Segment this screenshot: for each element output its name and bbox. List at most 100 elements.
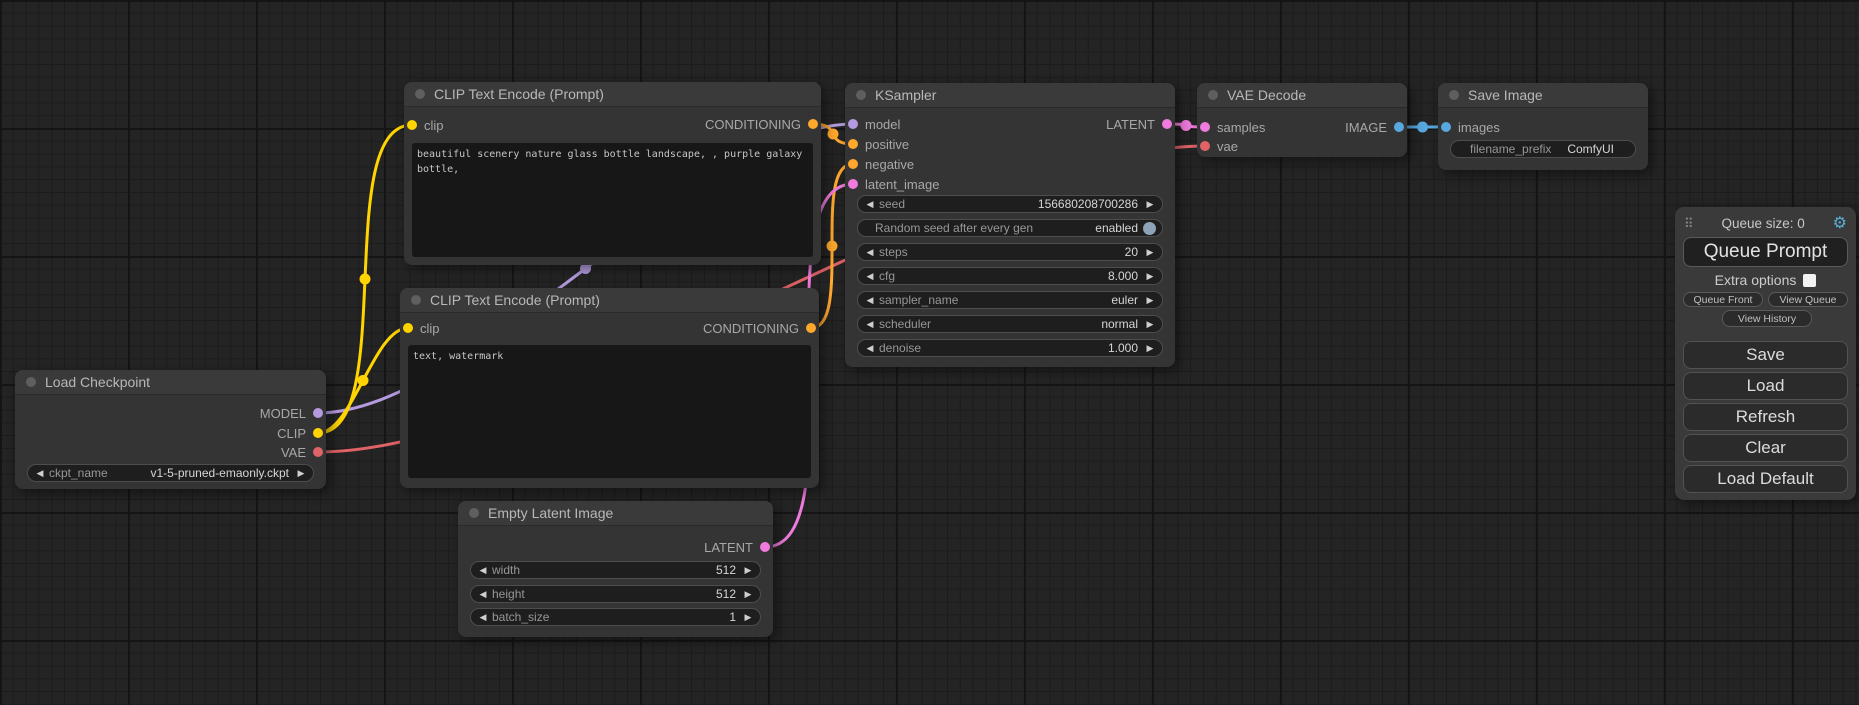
decrement-arrow-icon[interactable]: ◀	[33, 468, 47, 479]
link-midpoint-dot[interactable]	[360, 274, 371, 285]
increment-arrow-icon[interactable]: ▶	[1143, 247, 1157, 258]
slot-label: clip	[420, 321, 440, 336]
extra-options-row: Extra options	[1675, 271, 1856, 289]
decrement-arrow-icon[interactable]: ◀	[863, 199, 877, 210]
node-clip-text-encode-negative[interactable]: CLIP Text Encode (Prompt) clip CONDITION…	[400, 288, 819, 488]
settings-gear-icon[interactable]: ⚙	[1833, 216, 1847, 232]
image-output-dot[interactable]	[1394, 122, 1404, 132]
clip-input-dot[interactable]	[407, 120, 417, 130]
load-default-button[interactable]: Load Default	[1683, 465, 1848, 493]
widget-cfg[interactable]: ◀ cfg 8.000 ▶	[857, 267, 1163, 285]
input-slot-samples: samples	[1200, 118, 1265, 136]
widget-steps[interactable]: ◀ steps 20 ▶	[857, 243, 1163, 261]
queue-prompt-button[interactable]: Queue Prompt	[1683, 237, 1848, 267]
widget-width[interactable]: ◀ width 512 ▶	[470, 561, 761, 579]
model-output-dot[interactable]	[313, 408, 323, 418]
link-midpoint-dot[interactable]	[1417, 122, 1428, 133]
collapse-dot-icon[interactable]	[1449, 90, 1459, 100]
clip-output-dot[interactable]	[313, 428, 323, 438]
node-clip-text-encode-positive[interactable]: CLIP Text Encode (Prompt) clip CONDITION…	[404, 82, 821, 265]
images-input-dot[interactable]	[1441, 122, 1451, 132]
collapse-dot-icon[interactable]	[26, 377, 36, 387]
queue-front-button[interactable]: Queue Front	[1683, 292, 1763, 307]
samples-input-dot[interactable]	[1200, 122, 1210, 132]
link-midpoint-dot[interactable]	[827, 241, 838, 252]
increment-arrow-icon[interactable]: ▶	[741, 612, 755, 623]
node-header: Empty Latent Image	[458, 501, 773, 526]
node-header: Save Image	[1438, 83, 1648, 108]
increment-arrow-icon[interactable]: ▶	[1143, 295, 1157, 306]
widget-height[interactable]: ◀ height 512 ▶	[470, 585, 761, 603]
view-queue-button[interactable]: View Queue	[1768, 292, 1848, 307]
increment-arrow-icon[interactable]: ▶	[1143, 319, 1157, 330]
node-graph-canvas[interactable]: Load Checkpoint MODEL CLIP VAE ◀ ckpt_na…	[0, 0, 1859, 705]
positive-input-dot[interactable]	[848, 139, 858, 149]
link-midpoint-dot[interactable]	[828, 129, 839, 140]
decrement-arrow-icon[interactable]: ◀	[863, 319, 877, 330]
increment-arrow-icon[interactable]: ▶	[741, 589, 755, 600]
input-slot-model: model	[848, 115, 900, 133]
clear-button[interactable]: Clear	[1683, 434, 1848, 462]
input-slot-latent-image: latent_image	[848, 175, 939, 193]
widget-denoise[interactable]: ◀ denoise 1.000 ▶	[857, 339, 1163, 357]
node-load-checkpoint[interactable]: Load Checkpoint MODEL CLIP VAE ◀ ckpt_na…	[15, 370, 326, 489]
refresh-button[interactable]: Refresh	[1683, 403, 1848, 431]
prompt-textarea[interactable]: beautiful scenery nature glass bottle la…	[412, 143, 813, 257]
slot-label: LATENT	[704, 540, 753, 555]
vae-output-dot[interactable]	[313, 447, 323, 457]
negative-input-dot[interactable]	[848, 159, 858, 169]
model-input-dot[interactable]	[848, 119, 858, 129]
conditioning-output-dot[interactable]	[806, 323, 816, 333]
widget-ckpt-name[interactable]: ◀ ckpt_name v1-5-pruned-emaonly.ckpt ▶	[27, 464, 314, 482]
decrement-arrow-icon[interactable]: ◀	[863, 343, 877, 354]
decrement-arrow-icon[interactable]: ◀	[476, 589, 490, 600]
collapse-dot-icon[interactable]	[1208, 90, 1218, 100]
slot-label: clip	[424, 118, 444, 133]
widget-filename-prefix[interactable]: filename_prefix ComfyUI	[1450, 140, 1636, 158]
node-vae-decode[interactable]: VAE Decode samples vae IMAGE	[1197, 83, 1407, 157]
node-empty-latent-image[interactable]: Empty Latent Image LATENT ◀ width 512 ▶ …	[458, 501, 773, 637]
view-history-button[interactable]: View History	[1722, 310, 1812, 327]
widget-sampler-name[interactable]: ◀ sampler_name euler ▶	[857, 291, 1163, 309]
vae-input-dot[interactable]	[1200, 141, 1210, 151]
save-button[interactable]: Save	[1683, 341, 1848, 369]
collapse-dot-icon[interactable]	[469, 508, 479, 518]
increment-arrow-icon[interactable]: ▶	[1143, 199, 1157, 210]
collapse-dot-icon[interactable]	[856, 90, 866, 100]
widget-seed[interactable]: ◀ seed 156680208700286 ▶	[857, 195, 1163, 213]
conditioning-output-dot[interactable]	[808, 119, 818, 129]
drag-handle-icon[interactable]: ⠿	[1684, 216, 1694, 232]
increment-arrow-icon[interactable]: ▶	[294, 468, 308, 479]
widget-value: 1.000	[921, 341, 1138, 355]
collapse-dot-icon[interactable]	[411, 295, 421, 305]
latent-image-input-dot[interactable]	[848, 179, 858, 189]
clip-input-dot[interactable]	[403, 323, 413, 333]
extra-options-checkbox[interactable]	[1803, 274, 1816, 287]
widget-value: euler	[958, 293, 1138, 307]
widget-value: enabled	[1033, 221, 1138, 235]
widget-batch-size[interactable]: ◀ batch_size 1 ▶	[470, 608, 761, 626]
decrement-arrow-icon[interactable]: ◀	[863, 247, 877, 258]
prompt-textarea[interactable]: text, watermark	[408, 345, 811, 478]
link-midpoint-dot[interactable]	[1181, 120, 1192, 131]
node-header: Load Checkpoint	[15, 370, 326, 395]
decrement-arrow-icon[interactable]: ◀	[863, 271, 877, 282]
latent-output-dot[interactable]	[760, 542, 770, 552]
slot-label: VAE	[281, 445, 306, 460]
latent-output-dot[interactable]	[1162, 119, 1172, 129]
node-ksampler[interactable]: KSampler model positive negative latent_…	[845, 83, 1175, 367]
increment-arrow-icon[interactable]: ▶	[1143, 271, 1157, 282]
load-button[interactable]: Load	[1683, 372, 1848, 400]
widget-random-seed[interactable]: Random seed after every gen enabled	[857, 219, 1163, 237]
decrement-arrow-icon[interactable]: ◀	[476, 612, 490, 623]
decrement-arrow-icon[interactable]: ◀	[863, 295, 877, 306]
collapse-dot-icon[interactable]	[415, 89, 425, 99]
toggle-circle-icon[interactable]	[1143, 222, 1156, 235]
link-midpoint-dot[interactable]	[358, 375, 369, 386]
widget-scheduler[interactable]: ◀ scheduler normal ▶	[857, 315, 1163, 333]
widget-name: seed	[879, 197, 905, 211]
increment-arrow-icon[interactable]: ▶	[1143, 343, 1157, 354]
increment-arrow-icon[interactable]: ▶	[741, 565, 755, 576]
node-save-image[interactable]: Save Image images filename_prefix ComfyU…	[1438, 83, 1648, 170]
decrement-arrow-icon[interactable]: ◀	[476, 565, 490, 576]
